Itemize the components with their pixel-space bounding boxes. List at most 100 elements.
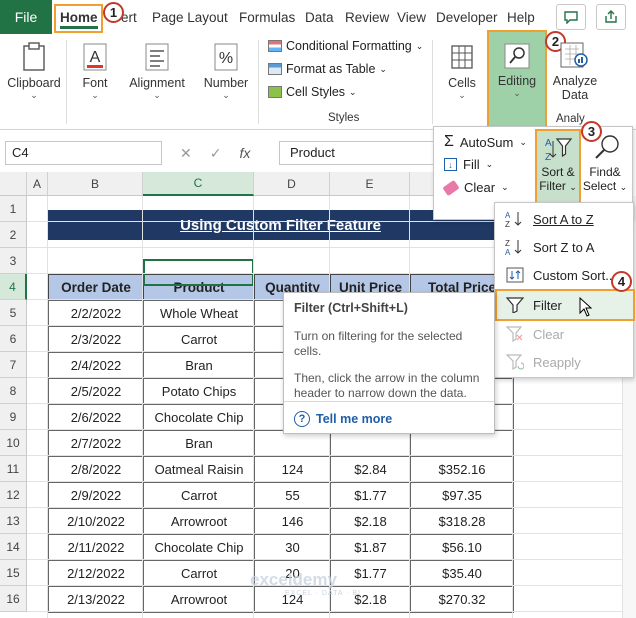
table-cell[interactable]: Bran bbox=[143, 352, 255, 379]
table-cell[interactable]: $352.16 bbox=[410, 456, 514, 483]
fill-button[interactable]: ↓ Fill ⌄ bbox=[444, 157, 493, 172]
table-cell[interactable]: Arrowroot bbox=[143, 508, 255, 535]
table-cell[interactable]: Oatmeal Raisin bbox=[143, 456, 255, 483]
cancel-icon[interactable]: ✕ bbox=[180, 145, 192, 162]
row-header[interactable]: 16 bbox=[0, 586, 27, 612]
table-cell[interactable]: $270.32 bbox=[410, 586, 514, 613]
table-cell[interactable]: 2/5/2022 bbox=[48, 378, 144, 405]
conditional-formatting-button[interactable]: Conditional Formatting ⌄ bbox=[268, 39, 423, 53]
table-cell[interactable]: Chocolate Chip bbox=[143, 404, 255, 431]
column-header-b[interactable]: B bbox=[48, 172, 143, 196]
clear-label: Clear bbox=[533, 326, 565, 342]
table-cell[interactable]: $1.87 bbox=[330, 534, 411, 561]
menu-item-sort-a-z[interactable]: AZ Sort A to Z bbox=[495, 205, 633, 233]
row-header[interactable]: 13 bbox=[0, 508, 27, 534]
table-cell[interactable] bbox=[254, 430, 331, 457]
table-cell[interactable]: 55 bbox=[254, 482, 331, 509]
row-header[interactable]: 6 bbox=[0, 326, 27, 352]
table-cell[interactable]: 2/3/2022 bbox=[48, 326, 144, 353]
table-cell[interactable]: 30 bbox=[254, 534, 331, 561]
table-cell[interactable]: 2/6/2022 bbox=[48, 404, 144, 431]
find-select-button[interactable]: Find& Select ⌄ bbox=[580, 131, 630, 205]
number-button[interactable]: % Number ⌄ bbox=[198, 34, 254, 130]
font-button[interactable]: A Font ⌄ bbox=[68, 34, 122, 130]
table-cell[interactable]: $1.77 bbox=[330, 482, 411, 509]
row-header[interactable]: 14 bbox=[0, 534, 27, 560]
tab-insert[interactable]: ert bbox=[121, 0, 137, 34]
cells-button[interactable]: Cells ⌄ bbox=[440, 34, 484, 130]
enter-icon[interactable]: ✓ bbox=[210, 145, 222, 162]
format-as-table-button[interactable]: Format as Table ⌄ bbox=[268, 62, 387, 76]
table-cell[interactable]: Bran bbox=[143, 430, 255, 457]
table-cell[interactable]: $318.28 bbox=[410, 508, 514, 535]
table-cell[interactable]: Whole Wheat bbox=[143, 300, 255, 327]
row-header[interactable]: 12 bbox=[0, 482, 27, 508]
table-cell[interactable]: $97.35 bbox=[410, 482, 514, 509]
table-cell[interactable]: $1.77 bbox=[330, 560, 411, 587]
row-header[interactable]: 4 bbox=[0, 274, 27, 300]
tab-view[interactable]: View bbox=[397, 0, 426, 34]
table-cell[interactable]: Carrot bbox=[143, 326, 255, 353]
tab-data[interactable]: Data bbox=[305, 0, 334, 34]
clipboard-button[interactable]: Clipboard ⌄ bbox=[4, 34, 64, 130]
cell-styles-button[interactable]: Cell Styles ⌄ bbox=[268, 85, 357, 99]
menu-item-clear[interactable]: Clear bbox=[495, 320, 633, 348]
comments-button[interactable] bbox=[556, 4, 586, 30]
tab-developer[interactable]: Developer bbox=[436, 0, 498, 34]
alignment-button[interactable]: Alignment ⌄ bbox=[124, 34, 190, 130]
table-cell[interactable]: 2/9/2022 bbox=[48, 482, 144, 509]
tab-help[interactable]: Help bbox=[507, 0, 535, 34]
tell-me-more-link[interactable]: ? Tell me more bbox=[294, 411, 392, 427]
table-cell[interactable]: $35.40 bbox=[410, 560, 514, 587]
table-cell[interactable]: 2/8/2022 bbox=[48, 456, 144, 483]
row-header[interactable]: 7 bbox=[0, 352, 27, 378]
menu-item-sort-z-a[interactable]: ZA Sort Z to A bbox=[495, 233, 633, 261]
table-cell[interactable]: $2.84 bbox=[330, 456, 411, 483]
table-cell[interactable]: Arrowroot bbox=[143, 586, 255, 613]
table-cell[interactable]: $2.18 bbox=[330, 508, 411, 535]
row-header[interactable]: 3 bbox=[0, 248, 27, 274]
formula-input[interactable]: Product bbox=[279, 141, 439, 165]
table-cell[interactable]: 2/13/2022 bbox=[48, 586, 144, 613]
row-header[interactable]: 10 bbox=[0, 430, 27, 456]
row-header[interactable]: 5 bbox=[0, 300, 27, 326]
row-header[interactable]: 11 bbox=[0, 456, 27, 482]
share-button[interactable] bbox=[596, 4, 626, 30]
table-cell[interactable]: $56.10 bbox=[410, 534, 514, 561]
table-cell[interactable]: 2/7/2022 bbox=[48, 430, 144, 457]
row-header[interactable]: 9 bbox=[0, 404, 27, 430]
row-header[interactable]: 8 bbox=[0, 378, 27, 404]
table-cell[interactable]: 2/11/2022 bbox=[48, 534, 144, 561]
table-cell[interactable]: 146 bbox=[254, 508, 331, 535]
table-cell[interactable]: 2/12/2022 bbox=[48, 560, 144, 587]
clear-button[interactable]: Clear ⌄ bbox=[442, 179, 509, 196]
insert-function-icon[interactable]: fx bbox=[239, 145, 250, 161]
tab-formulas[interactable]: Formulas bbox=[239, 0, 295, 34]
select-all-corner[interactable] bbox=[0, 172, 27, 196]
tab-page-layout[interactable]: Page Layout bbox=[152, 0, 228, 34]
column-header-d[interactable]: D bbox=[254, 172, 330, 196]
table-cell[interactable] bbox=[330, 430, 411, 457]
name-box[interactable]: C4 bbox=[5, 141, 162, 165]
table-cell[interactable]: 2/4/2022 bbox=[48, 352, 144, 379]
table-header-cell[interactable]: Product bbox=[143, 274, 255, 301]
tab-review[interactable]: Review bbox=[345, 0, 389, 34]
table-cell[interactable]: Carrot bbox=[143, 560, 255, 587]
table-cell[interactable]: Chocolate Chip bbox=[143, 534, 255, 561]
table-cell[interactable]: Carrot bbox=[143, 482, 255, 509]
table-cell[interactable] bbox=[410, 430, 514, 457]
table-cell[interactable]: 2/10/2022 bbox=[48, 508, 144, 535]
row-header[interactable]: 1 bbox=[0, 196, 27, 222]
menu-item-reapply[interactable]: Reapply bbox=[495, 348, 633, 376]
column-header-e[interactable]: E bbox=[330, 172, 410, 196]
table-cell[interactable]: 124 bbox=[254, 456, 331, 483]
column-header-c[interactable]: C bbox=[143, 172, 254, 196]
row-header[interactable]: 2 bbox=[0, 222, 27, 248]
autosum-button[interactable]: Σ AutoSum ⌄ bbox=[444, 133, 527, 151]
tab-file[interactable]: File bbox=[0, 0, 52, 34]
row-header[interactable]: 15 bbox=[0, 560, 27, 586]
column-header-a[interactable]: A bbox=[27, 172, 48, 196]
table-header-cell[interactable]: Order Date bbox=[48, 274, 144, 301]
table-cell[interactable]: 2/2/2022 bbox=[48, 300, 144, 327]
table-cell[interactable]: Potato Chips bbox=[143, 378, 255, 405]
